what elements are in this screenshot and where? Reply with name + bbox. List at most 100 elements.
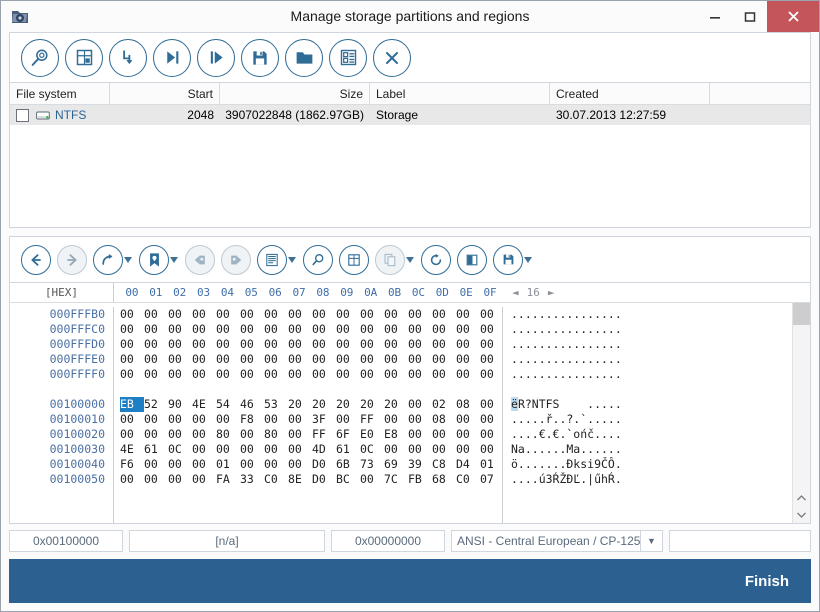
- hex-byte[interactable]: 00: [408, 427, 432, 442]
- hex-ascii-row[interactable]: ëR?NTFS .....: [511, 397, 792, 412]
- hex-ascii-row[interactable]: ................: [511, 307, 792, 322]
- hex-byte-row[interactable]: 00 00 00 00 00 00 00 00 00 00 00 00 00 00 00 00: [120, 307, 502, 322]
- hex-listview-button[interactable]: [254, 240, 290, 280]
- hex-byte[interactable]: 00: [144, 472, 168, 487]
- toolbar-import-button[interactable]: [106, 36, 150, 80]
- hex-byte[interactable]: 00: [360, 472, 384, 487]
- hex-byte[interactable]: 4D: [312, 442, 336, 457]
- hex-byte[interactable]: 00: [264, 337, 288, 352]
- toolbar-open-button[interactable]: [282, 36, 326, 80]
- hex-byte[interactable]: 00: [456, 352, 480, 367]
- hex-byte[interactable]: 00: [456, 427, 480, 442]
- hex-byte[interactable]: 00: [384, 337, 408, 352]
- close-button[interactable]: [767, 1, 819, 32]
- hex-byte[interactable]: 00: [480, 367, 504, 382]
- toolbar-save-button[interactable]: [238, 36, 282, 80]
- hex-byte[interactable]: 20: [360, 397, 384, 412]
- hex-byte[interactable]: 00: [432, 442, 456, 457]
- hex-byte[interactable]: 00: [168, 307, 192, 322]
- hex-byte[interactable]: 00: [120, 427, 144, 442]
- scrollbar-thumb[interactable]: [793, 303, 810, 325]
- hex-goto-caret[interactable]: [122, 240, 134, 280]
- hex-byte[interactable]: 00: [120, 367, 144, 382]
- hex-byte[interactable]: 00: [168, 427, 192, 442]
- hex-byte-row[interactable]: 00 00 00 00 80 00 80 00 FF 6F E0 E8 00 00 00 00: [120, 427, 502, 442]
- column-header-created[interactable]: Created: [550, 83, 710, 104]
- hex-byte[interactable]: 00: [144, 427, 168, 442]
- hex-byte[interactable]: 00: [144, 457, 168, 472]
- hex-byte[interactable]: 00: [264, 457, 288, 472]
- hex-byte[interactable]: 00: [288, 367, 312, 382]
- hex-byte[interactable]: 00: [120, 412, 144, 427]
- hex-byte[interactable]: FA: [216, 472, 240, 487]
- hex-byte[interactable]: 00: [240, 367, 264, 382]
- hex-byte[interactable]: 00: [288, 442, 312, 457]
- hex-byte[interactable]: 20: [336, 397, 360, 412]
- column-header-filesystem[interactable]: File system: [10, 83, 110, 104]
- hex-byte[interactable]: 00: [240, 442, 264, 457]
- hex-byte[interactable]: 00: [288, 352, 312, 367]
- hex-body[interactable]: 000FFFB0 000FFFC0 000FFFD0 000FFFE0 000FFFF0…: [10, 303, 810, 523]
- hex-byte[interactable]: E8: [384, 427, 408, 442]
- hex-byte[interactable]: 00: [288, 412, 312, 427]
- hex-byte[interactable]: 00: [264, 322, 288, 337]
- bytes-per-row-prev[interactable]: ◄: [512, 286, 519, 299]
- hex-byte[interactable]: 00: [312, 352, 336, 367]
- hex-bookmark-caret[interactable]: [168, 240, 180, 280]
- maximize-button[interactable]: [732, 1, 767, 32]
- hex-byte[interactable]: 00: [480, 412, 504, 427]
- hex-copy-button[interactable]: [372, 240, 408, 280]
- hex-byte[interactable]: 00: [192, 442, 216, 457]
- hex-byte[interactable]: 01: [480, 457, 504, 472]
- hex-byte[interactable]: 73: [360, 457, 384, 472]
- hex-byte[interactable]: 00: [432, 307, 456, 322]
- hex-byte[interactable]: 00: [408, 307, 432, 322]
- hex-byte[interactable]: 00: [288, 337, 312, 352]
- hex-byte[interactable]: 00: [216, 367, 240, 382]
- hex-byte[interactable]: C0: [456, 472, 480, 487]
- hex-byte[interactable]: 4E: [192, 397, 216, 412]
- hex-byte[interactable]: 0C: [360, 442, 384, 457]
- hex-byte[interactable]: D0: [312, 457, 336, 472]
- hex-byte[interactable]: FF: [312, 427, 336, 442]
- hex-byte[interactable]: 00: [432, 352, 456, 367]
- hex-ascii-row[interactable]: ................: [511, 352, 792, 367]
- hex-byte[interactable]: 00: [360, 367, 384, 382]
- hex-byte[interactable]: 68: [432, 472, 456, 487]
- hex-byte[interactable]: 00: [456, 367, 480, 382]
- hex-byte[interactable]: 00: [456, 412, 480, 427]
- finish-button[interactable]: Finish: [745, 573, 811, 590]
- column-header-size[interactable]: Size: [220, 83, 370, 104]
- table-row[interactable]: NTFS 2048 3907022848 (1862.97GB) Storage…: [10, 105, 810, 125]
- hex-back-button[interactable]: [18, 240, 54, 280]
- hex-byte[interactable]: 20: [312, 397, 336, 412]
- hex-byte[interactable]: 00: [408, 322, 432, 337]
- bytes-per-row-next[interactable]: ►: [548, 286, 555, 299]
- hex-byte[interactable]: 00: [240, 352, 264, 367]
- hex-byte[interactable]: 00: [192, 457, 216, 472]
- hex-byte[interactable]: 00: [192, 322, 216, 337]
- scroll-down-arrow-icon[interactable]: [793, 506, 810, 523]
- column-header-start[interactable]: Start: [110, 83, 220, 104]
- hex-byte[interactable]: 00: [192, 307, 216, 322]
- hex-byte[interactable]: 00: [264, 352, 288, 367]
- hex-byte[interactable]: 02: [432, 397, 456, 412]
- hex-byte[interactable]: 00: [336, 307, 360, 322]
- hex-byte[interactable]: 00: [240, 427, 264, 442]
- hex-byte[interactable]: 00: [264, 307, 288, 322]
- toolbar-properties-button[interactable]: [326, 36, 370, 80]
- hex-forward-button[interactable]: [54, 240, 90, 280]
- hex-byte[interactable]: 00: [336, 322, 360, 337]
- hex-byte[interactable]: D0: [312, 472, 336, 487]
- hex-byte[interactable]: 00: [336, 412, 360, 427]
- cell-filesystem[interactable]: NTFS: [10, 105, 110, 125]
- hex-byte[interactable]: 00: [168, 412, 192, 427]
- hex-byte[interactable]: 00: [120, 337, 144, 352]
- scrollbar-track[interactable]: [793, 325, 810, 489]
- toolbar-add-partition-button[interactable]: [62, 36, 106, 80]
- hex-ascii-row[interactable]: ....ú3ŔŽĐĽ.|űhŔ.: [511, 472, 792, 487]
- hex-grid-button[interactable]: [336, 240, 372, 280]
- hex-byte[interactable]: 3F: [312, 412, 336, 427]
- hex-byte[interactable]: 00: [480, 352, 504, 367]
- hex-byte[interactable]: 00: [192, 352, 216, 367]
